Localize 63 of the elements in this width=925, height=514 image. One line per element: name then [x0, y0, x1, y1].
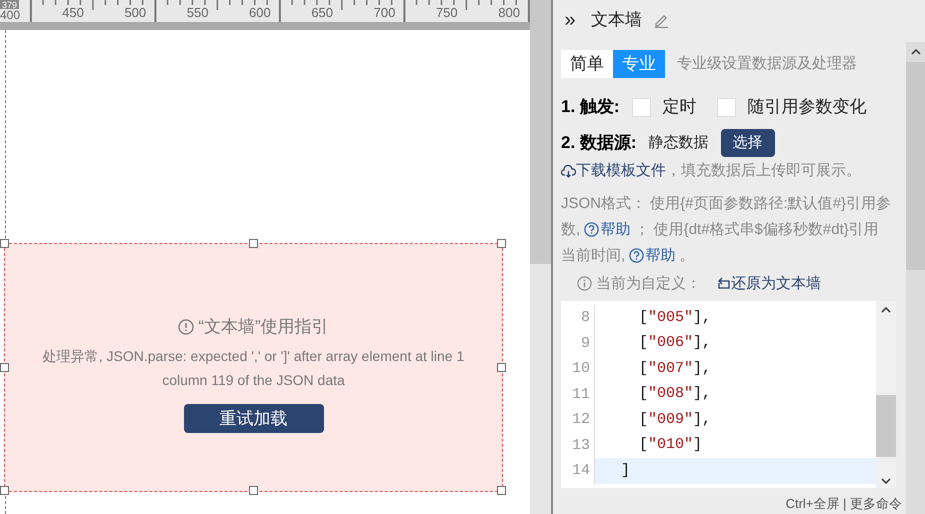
- restore-link[interactable]: 还原为文本墙: [717, 272, 821, 296]
- line-number: 14: [561, 458, 595, 484]
- info-icon: [577, 276, 592, 292]
- ruler-label: 450: [61, 5, 85, 21]
- mode-tab[interactable]: 简单: [561, 50, 613, 78]
- ruler-label: 700: [372, 5, 396, 21]
- json-help-text: JSON格式： 使用{#页面参数路径:默认值#}引用参数, 帮助 ； 使用{dt#格式串$偏移秒数#dt}引用当前时间, 帮助 。: [561, 190, 906, 269]
- ruler-label: 800: [497, 5, 521, 21]
- download-link[interactable]: 下载模板文件: [561, 160, 666, 182]
- resize-handle[interactable]: [0, 239, 9, 248]
- restore-icon: [717, 277, 731, 290]
- collapse-button[interactable]: »: [561, 5, 579, 35]
- resize-handle[interactable]: [248, 239, 258, 248]
- checkbox-label: 随引用参数变化: [748, 96, 867, 118]
- position-marker: 379: [0, 0, 20, 10]
- help-link[interactable]: 帮助: [629, 242, 676, 269]
- resize-handle[interactable]: [0, 362, 9, 372]
- ruler-label: 500: [123, 5, 148, 21]
- trigger-label: 1. 触发:: [561, 96, 620, 118]
- scroll-down-icon[interactable]: [881, 478, 891, 484]
- ruler-label: 550: [186, 5, 210, 21]
- data-source-label: 2. 数据源:: [561, 132, 637, 154]
- resize-handle[interactable]: [0, 486, 9, 495]
- help-link[interactable]: 帮助: [584, 216, 630, 243]
- resize-handle[interactable]: [248, 486, 258, 495]
- code-line: ["007"],: [638, 358, 712, 379]
- ruler-label: 650: [310, 5, 334, 21]
- code-line: ["009"],: [638, 410, 712, 430]
- ruler-label: 750: [434, 5, 459, 21]
- ruler-label: 600: [248, 5, 272, 21]
- code-line: ["008"],: [638, 384, 712, 404]
- checkbox-label: 定时: [662, 96, 697, 118]
- error-message: 处理异常, JSON.parse: expected ',' or ']' after array element at line 1 column 119 of the JSON data: [42, 346, 466, 390]
- download-hint: ，填充数据后上传即可展示。: [666, 161, 861, 181]
- code-line: ["005"],: [638, 308, 712, 328]
- code-editor[interactable]: 8 ["005"], 9 ["006"], 10 ["007"], 11 ["008"], 12 ["009"], 13 ["010"] 14 ]: [561, 301, 896, 488]
- ruler-label: 400: [0, 9, 20, 22]
- pencil-icon[interactable]: [654, 12, 669, 28]
- code-line: ]: [620, 460, 630, 481]
- code-line: ["010"]: [638, 435, 702, 456]
- checkbox[interactable]: [716, 98, 736, 116]
- widget-title: “文本墙”使用指引: [198, 316, 329, 338]
- panel-title: 文本墙: [591, 9, 642, 32]
- tabs-hint: 专业级设置数据源及处理器: [677, 54, 857, 74]
- help-icon: [584, 222, 600, 238]
- custom-label: 当前为自定义：: [596, 274, 701, 294]
- scroll-up-icon[interactable]: [881, 307, 891, 314]
- editor-scrollbar[interactable]: [876, 301, 896, 488]
- shortcut-hint: Ctrl+全屏 | 更多命令: [786, 495, 902, 514]
- help-icon: [629, 248, 644, 264]
- checkbox[interactable]: [632, 98, 651, 116]
- select-button[interactable]: 选择: [720, 129, 775, 157]
- scrollbar[interactable]: [530, 0, 551, 514]
- panel-scrollbar[interactable]: [906, 42, 925, 514]
- resize-handle[interactable]: [497, 362, 506, 372]
- resize-handle[interactable]: [497, 486, 506, 495]
- code-line: ["006"],: [638, 333, 712, 354]
- data-source-value: 静态数据: [648, 132, 709, 153]
- scroll-up-icon[interactable]: [910, 49, 920, 55]
- retry-button[interactable]: 重试加载: [184, 404, 324, 433]
- info-icon: [178, 319, 194, 335]
- resize-handle[interactable]: [497, 239, 506, 248]
- cloud-download-icon: [561, 164, 576, 178]
